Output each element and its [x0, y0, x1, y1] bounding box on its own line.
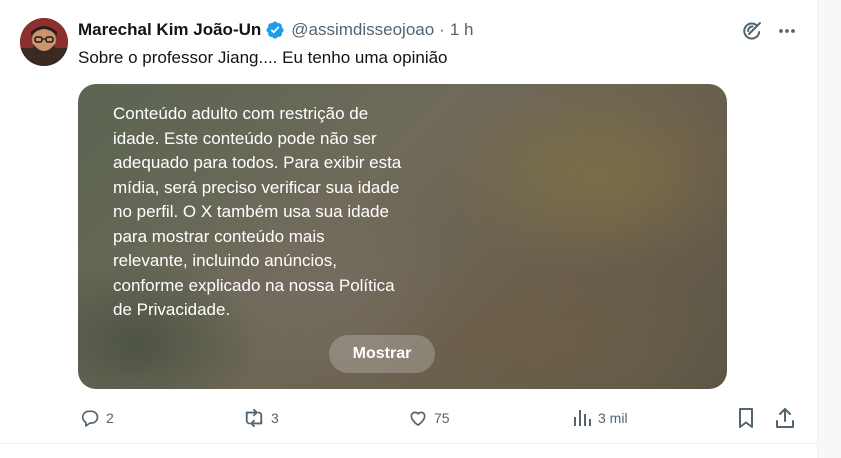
warning-line: relevante, incluindo anúncios, [113, 251, 337, 270]
tweet-text: Sobre o professor Jiang.... Eu tenho uma… [78, 48, 448, 67]
warning-line: para mostrar conteúdo mais [113, 226, 325, 246]
warning-line: de Privacidade. [113, 300, 231, 319]
repost-count: 3 [271, 410, 279, 426]
views-count: 3 mil [598, 410, 628, 426]
show-media-button[interactable]: Mostrar [329, 335, 435, 373]
reply-button[interactable]: 2 [80, 404, 114, 432]
share-icon [775, 407, 795, 429]
post-time[interactable]: 1 h [450, 20, 474, 40]
views-button[interactable]: 3 mil [572, 404, 628, 432]
warning-line: idade. Este conteúdo pode não ser [113, 128, 377, 148]
tweet-article[interactable]: Marechal Kim João-Un @assimdisseojoao · … [0, 0, 817, 458]
divider [0, 443, 817, 444]
bookmark-icon [736, 407, 756, 429]
repost-icon [243, 408, 265, 428]
share-button[interactable] [775, 404, 795, 432]
grok-icon[interactable] [739, 18, 765, 44]
analytics-icon [572, 408, 592, 428]
verified-badge-icon[interactable] [265, 20, 285, 40]
warning-line: no perfil. O X também usa sua idade [113, 202, 389, 221]
reply-icon [80, 408, 100, 428]
author-handle[interactable]: @assimdisseojoao [291, 20, 434, 40]
tweet-header: Marechal Kim João-Un @assimdisseojoao · … [78, 17, 474, 43]
warning-line: adequado para todos. Para exibir esta [113, 153, 402, 172]
like-count: 75 [434, 410, 450, 426]
reply-count: 2 [106, 410, 114, 426]
warning-line: conforme explicado na nossa Política [113, 275, 395, 295]
right-side-strip [817, 0, 841, 458]
heart-icon [408, 408, 428, 428]
like-button[interactable]: 75 [408, 404, 450, 432]
separator-dot: · [439, 20, 445, 39]
bookmark-button[interactable] [736, 404, 756, 432]
age-restriction-warning: Conteúdo adulto com restrição de idade. … [113, 102, 443, 323]
warning-line: Conteúdo adulto com restrição de [113, 104, 369, 123]
repost-button[interactable]: 3 [243, 404, 279, 432]
author-name[interactable]: Marechal Kim João-Un [78, 20, 261, 40]
warning-line: mídia, será preciso verificar sua idade [113, 177, 400, 197]
more-icon[interactable] [774, 18, 800, 44]
sensitive-media-overlay: Conteúdo adulto com restrição de idade. … [78, 84, 727, 389]
avatar[interactable] [20, 18, 68, 66]
